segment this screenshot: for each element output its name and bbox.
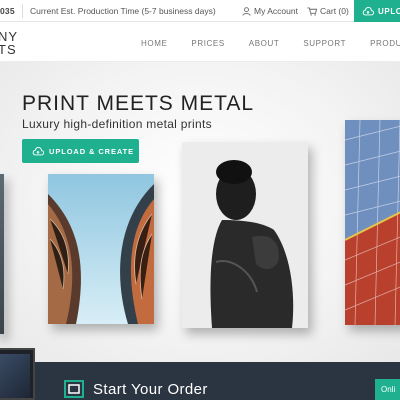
cart-link[interactable]: Cart (0) (307, 6, 349, 16)
top-upload-label: UPLO (378, 6, 400, 16)
laptop-image (0, 348, 35, 400)
cart-label: Cart (0) (320, 6, 349, 16)
site-logo[interactable]: NY TS (0, 30, 18, 56)
start-order-heading[interactable]: Start Your Order (93, 381, 208, 398)
my-account-label: My Account (254, 6, 298, 16)
divider (22, 4, 23, 18)
laptop-screen (0, 354, 30, 398)
online-button[interactable]: Onli (375, 379, 400, 400)
user-icon (242, 6, 251, 16)
hero-print-architecture (48, 174, 154, 324)
nav-support[interactable]: SUPPORT (303, 39, 346, 48)
start-order-bar: Start Your Order Onli (0, 362, 400, 400)
hero-title: PRINT MEETS METAL (22, 92, 255, 115)
main-navigation: NY TS HOME PRICES ABOUT SUPPORT PRODUCTS (0, 22, 400, 62)
my-account-link[interactable]: My Account (242, 6, 298, 16)
upload-create-label: UPLOAD & CREATE (49, 146, 135, 156)
nav-links: HOME PRICES ABOUT SUPPORT PRODUCTS (141, 39, 400, 48)
hero-print-left-edge (0, 174, 4, 334)
hero-subtitle: Luxury high-definition metal prints (22, 117, 212, 131)
phone-number[interactable]: 035 (0, 6, 15, 16)
nav-home[interactable]: HOME (141, 39, 167, 48)
nav-products[interactable]: PRODUCTS (370, 39, 400, 48)
hero-print-portrait (182, 142, 308, 328)
logo-line-2: TS (0, 42, 17, 57)
hero-print-glass-facade (345, 120, 400, 325)
cloud-upload-icon (32, 146, 44, 155)
order-frame-icon (64, 380, 84, 398)
upload-create-button[interactable]: UPLOAD & CREATE (22, 139, 139, 163)
nav-about[interactable]: ABOUT (249, 39, 280, 48)
production-time-notice: Current Est. Production Time (5-7 busine… (30, 6, 216, 16)
cart-icon (307, 6, 317, 16)
top-utility-bar: 035 Current Est. Production Time (5-7 bu… (0, 0, 400, 22)
top-upload-button[interactable]: UPLO (354, 0, 400, 22)
cloud-upload-icon (362, 6, 374, 15)
hero-banner: PRINT MEETS METAL Luxury high-definition… (0, 62, 400, 362)
nav-prices[interactable]: PRICES (191, 39, 224, 48)
